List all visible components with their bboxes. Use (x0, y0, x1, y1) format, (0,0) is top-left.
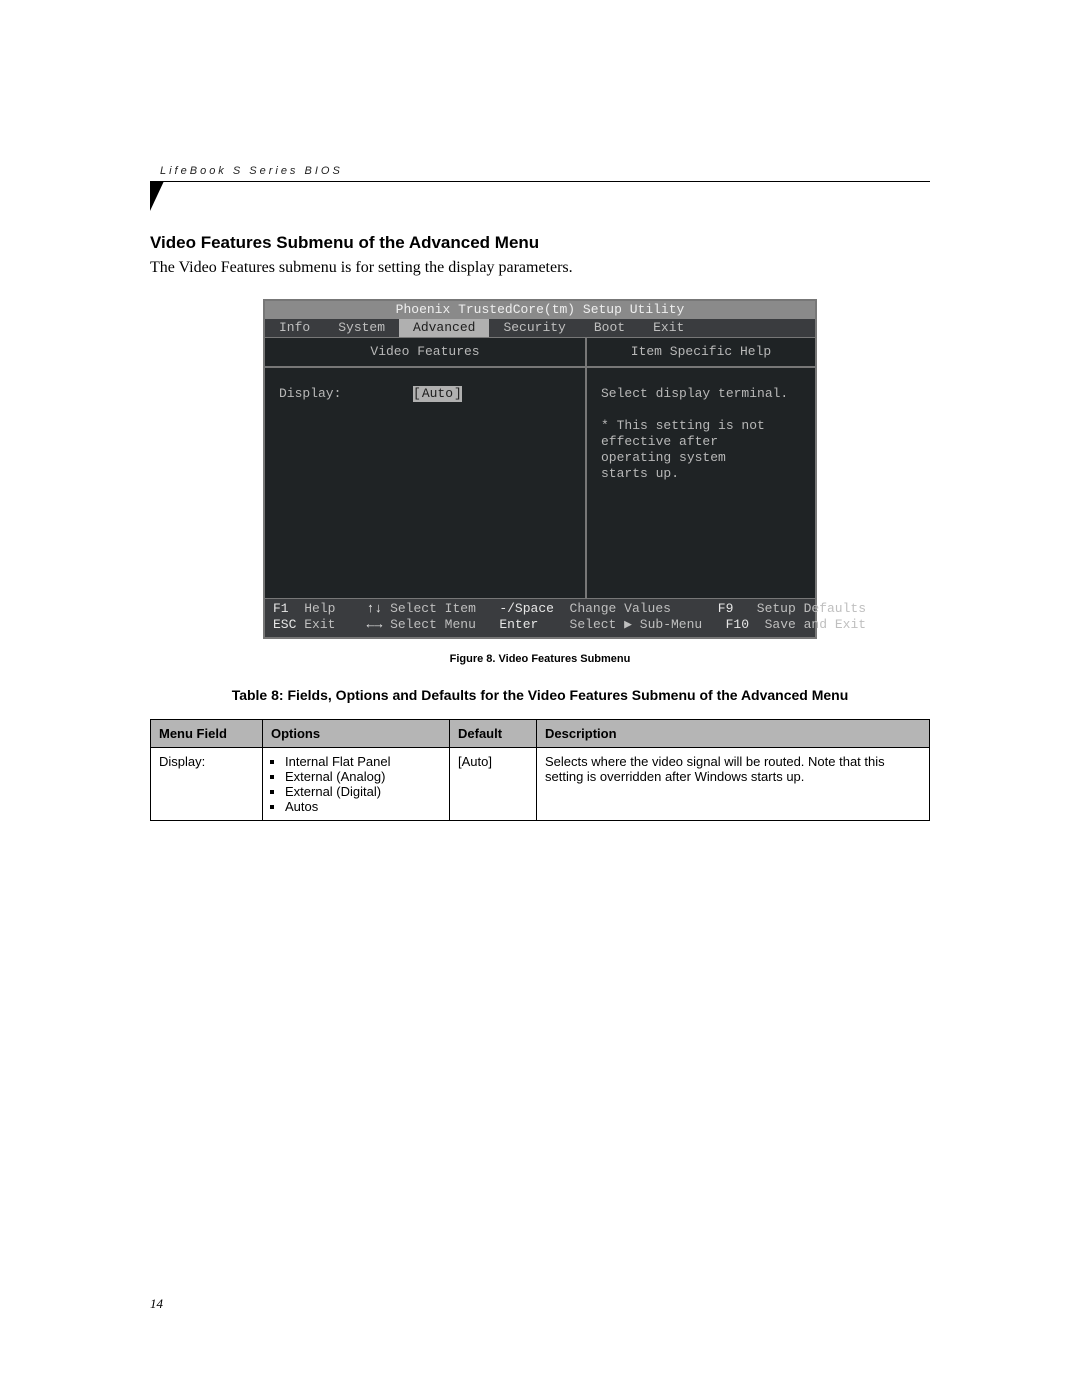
bios-screenshot: Phoenix TrustedCore(tm) Setup Utility In… (263, 299, 817, 639)
col-menu-field: Menu Field (151, 720, 263, 748)
bios-menubar: Info System Advanced Security Boot Exit (265, 319, 815, 337)
running-head: LifeBook S Series BIOS (150, 165, 930, 177)
bios-left-panel-title: Video Features (265, 338, 585, 368)
bios-display-label: Display: (279, 386, 409, 402)
section-heading: Video Features Submenu of the Advanced M… (150, 233, 930, 253)
bios-display-field[interactable]: Display: [Auto] (279, 386, 571, 402)
cell-menu-field: Display: (151, 748, 263, 821)
cell-description: Selects where the video signal will be r… (537, 748, 930, 821)
bios-display-value[interactable]: [Auto] (409, 386, 466, 402)
bios-menu-info[interactable]: Info (265, 319, 324, 337)
bios-menu-security[interactable]: Security (489, 319, 579, 337)
header-wedge-icon (150, 181, 164, 211)
list-item: External (Analog) (285, 769, 441, 784)
bios-menu-exit[interactable]: Exit (639, 319, 698, 337)
options-table: Menu Field Options Default Description D… (150, 719, 930, 821)
page-number: 14 (150, 1296, 163, 1312)
list-item: Autos (285, 799, 441, 814)
bios-titlebar: Phoenix TrustedCore(tm) Setup Utility (265, 301, 815, 319)
figure-caption: Figure 8. Video Features Submenu (150, 653, 930, 665)
col-default: Default (450, 720, 537, 748)
list-item: Internal Flat Panel (285, 754, 441, 769)
bios-menu-boot[interactable]: Boot (580, 319, 639, 337)
table-header-row: Menu Field Options Default Description (151, 720, 930, 748)
bios-help-panel-title: Item Specific Help (587, 338, 815, 368)
intro-paragraph: The Video Features submenu is for settin… (150, 259, 930, 277)
cell-options: Internal Flat Panel External (Analog) Ex… (263, 748, 450, 821)
cell-default: [Auto] (450, 748, 537, 821)
bios-footer: F1 Help ↑↓ Select Item -/Space Change Va… (265, 598, 815, 637)
list-item: External (Digital) (285, 784, 441, 799)
header-rule (150, 181, 930, 182)
col-options: Options (263, 720, 450, 748)
bios-menu-system[interactable]: System (324, 319, 399, 337)
col-description: Description (537, 720, 930, 748)
bios-help-text: Select display terminal. * This setting … (587, 368, 815, 598)
table-row: Display: Internal Flat Panel External (A… (151, 748, 930, 821)
bios-menu-advanced[interactable]: Advanced (399, 319, 489, 337)
table-caption: Table 8: Fields, Options and Defaults fo… (150, 687, 930, 703)
